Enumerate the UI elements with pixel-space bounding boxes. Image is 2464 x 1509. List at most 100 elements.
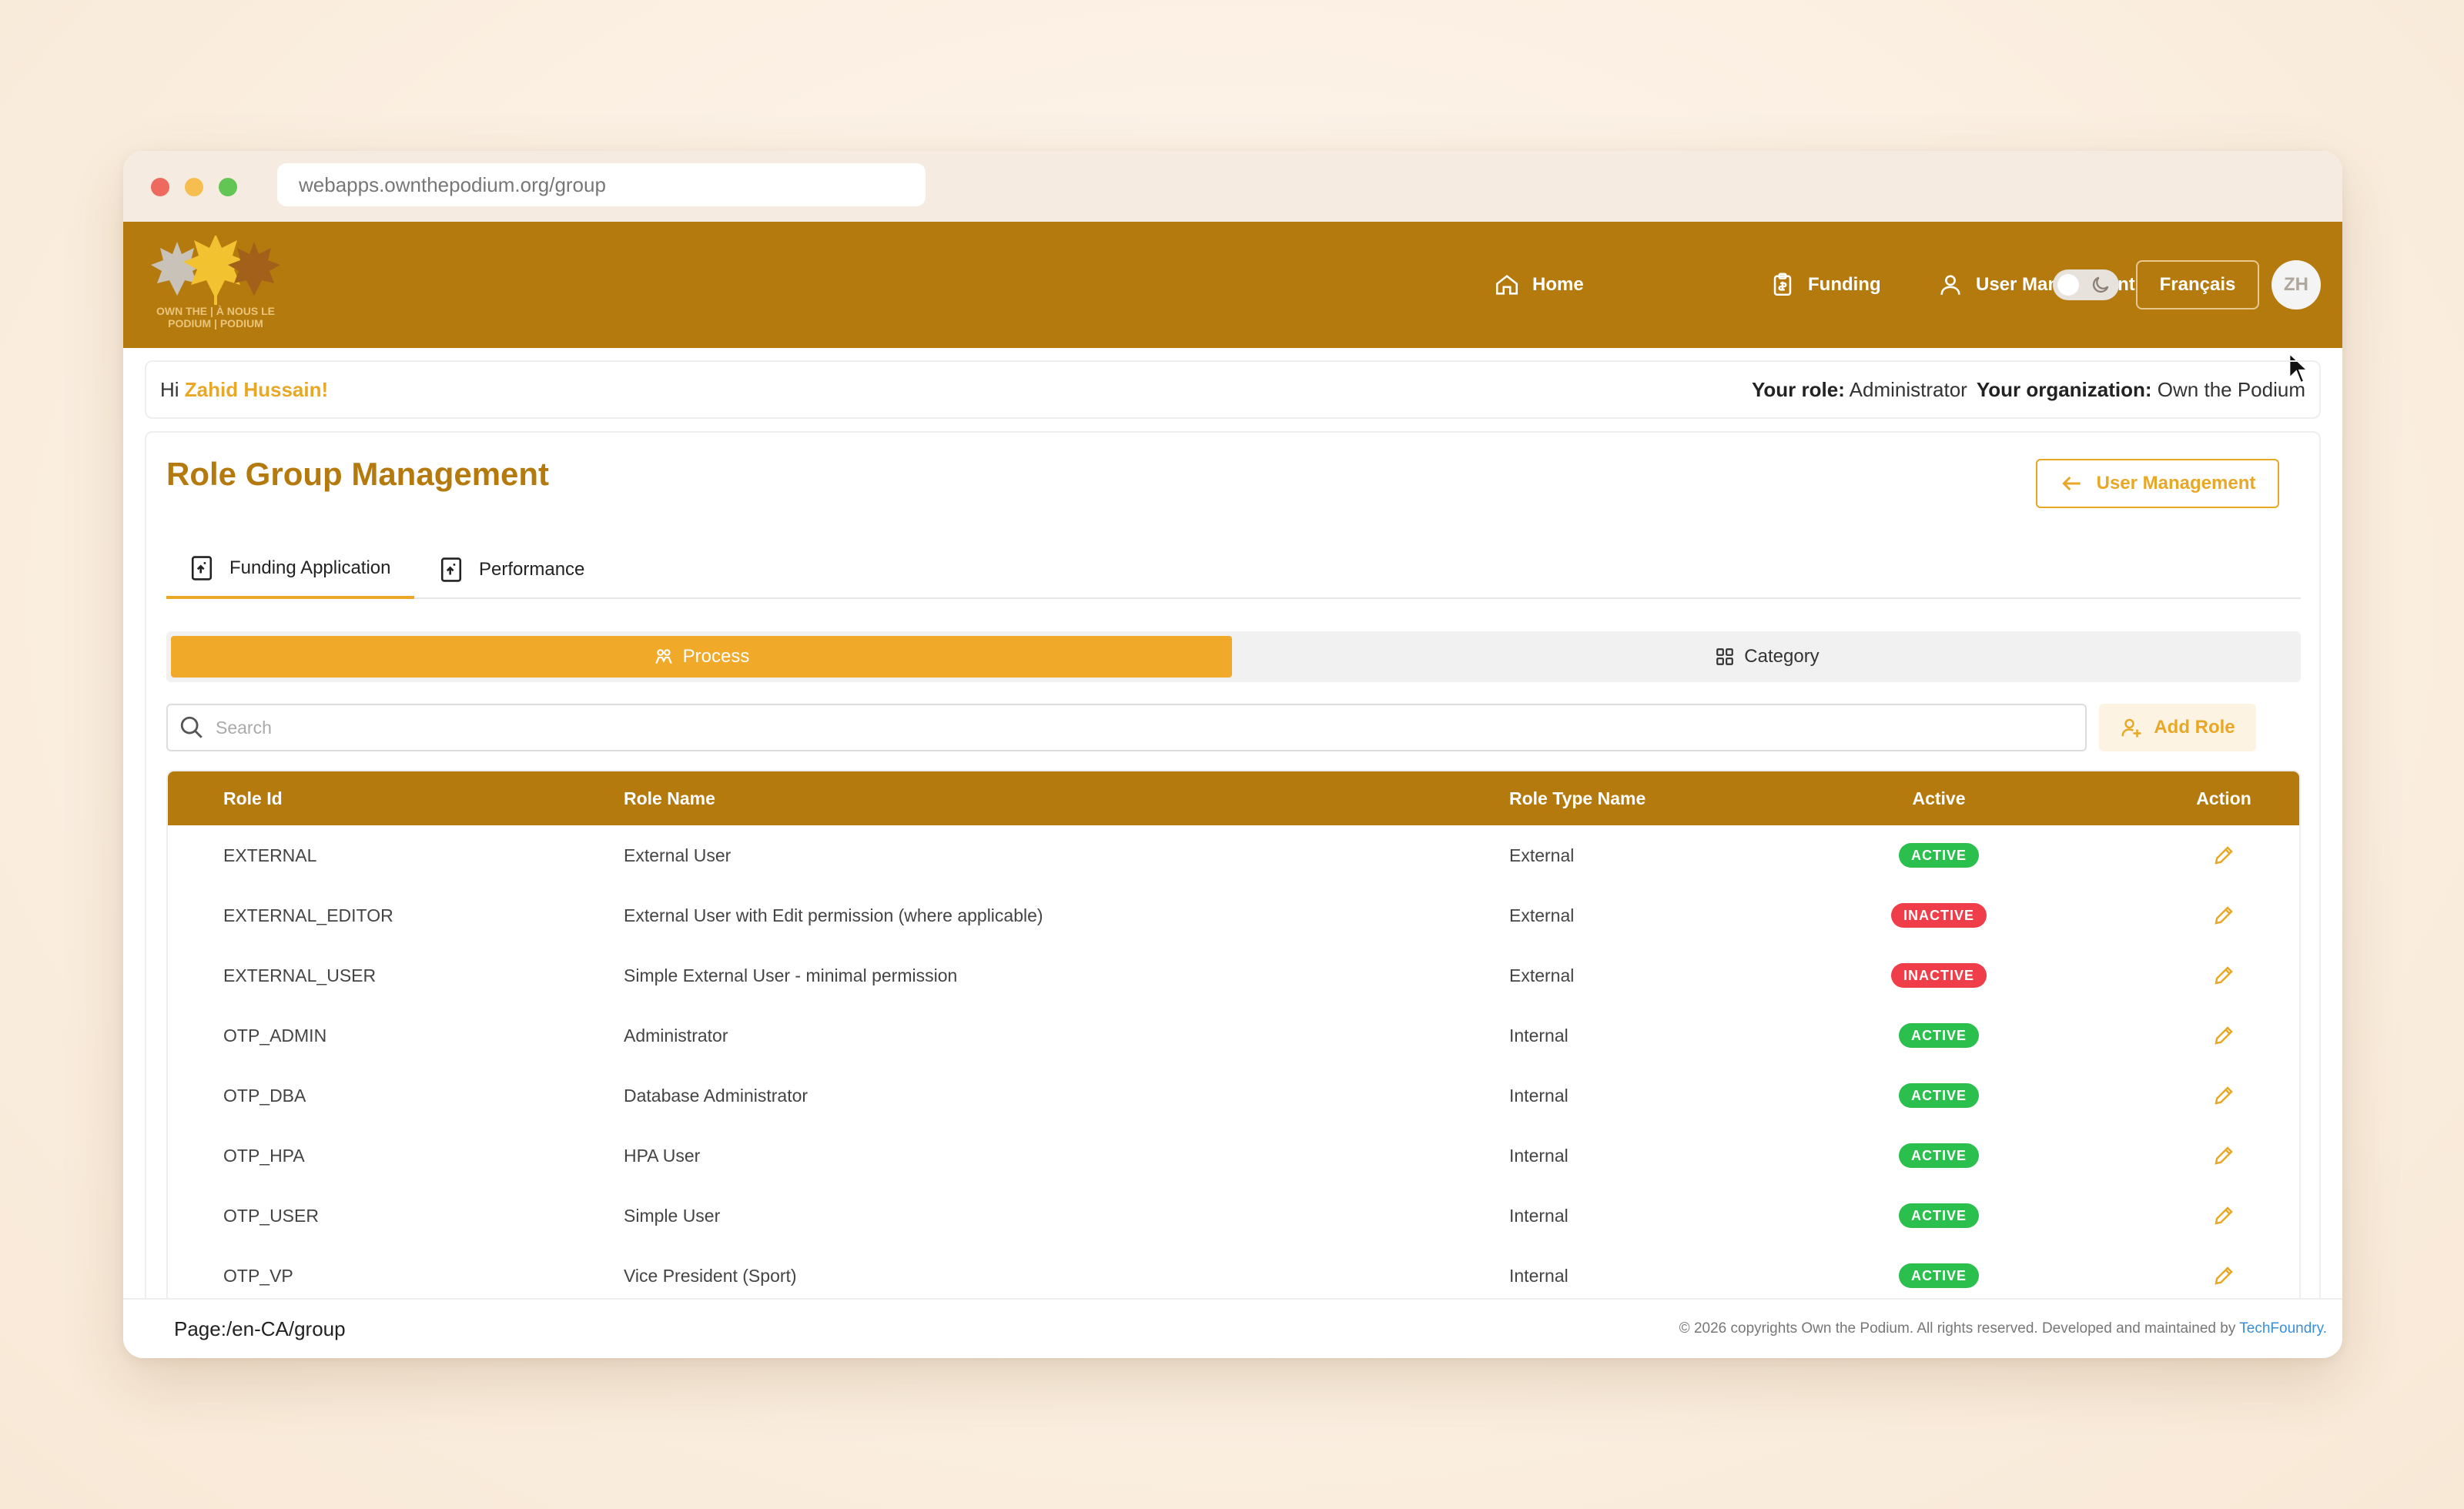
back-button-label: User Management	[2096, 473, 2256, 494]
cell-role-id: OTP_DBA	[223, 1085, 306, 1106]
home-icon	[1495, 275, 1518, 295]
greeting-prefix: Hi	[160, 377, 185, 401]
close-window-button[interactable]	[151, 178, 169, 196]
cell-role-name: Simple External User - minimal permissio…	[624, 965, 958, 985]
minimize-window-button[interactable]	[185, 178, 203, 196]
back-to-user-management-button[interactable]: User Management	[2036, 459, 2279, 508]
nav-funding-label: Funding	[1808, 274, 1881, 295]
page-title: Role Group Management	[166, 456, 550, 492]
column-role-type-name[interactable]: Role Type Name	[1509, 771, 1645, 825]
cell-active: ACTIVE	[1823, 1066, 2054, 1126]
table-row: OTP_USER Simple User Internal ACTIVE	[168, 1186, 2299, 1246]
document-icon	[440, 557, 462, 582]
cell-role-name: External User with Edit permission (wher…	[624, 905, 1043, 925]
segment-control: Process Category	[166, 631, 2301, 682]
cell-action	[2147, 1246, 2299, 1306]
nav-funding[interactable]: Funding	[1769, 222, 1881, 348]
segment-process-label: Process	[682, 646, 750, 667]
cell-role-type: External	[1509, 845, 1575, 865]
cell-role-id: EXTERNAL_EDITOR	[223, 905, 393, 925]
cell-action	[2147, 1126, 2299, 1186]
developer-link[interactable]: TechFoundry.	[2239, 1320, 2327, 1337]
status-badge: INACTIVE	[1890, 963, 1987, 988]
cell-active: INACTIVE	[1823, 885, 2054, 945]
segment-category[interactable]: Category	[1237, 636, 2298, 678]
table-row: OTP_DBA Database Administrator Internal ACT…	[168, 1066, 2299, 1126]
table-row: OTP_HPA HPA User Internal ACTIVE	[168, 1126, 2299, 1186]
cell-role-id: EXTERNAL_USER	[223, 965, 377, 985]
column-role-id[interactable]: Role Id	[223, 771, 283, 825]
tab-funding-application[interactable]: Funding Application	[166, 540, 414, 599]
edit-pencil-icon[interactable]	[2212, 1204, 2235, 1227]
roles-table: Role Id Role Name Role Type Name Active …	[166, 770, 2301, 1358]
status-badge: ACTIVE	[1898, 1143, 1979, 1168]
role-value: Administrator	[1849, 377, 1967, 401]
cell-role-name: External User	[624, 845, 732, 865]
language-button[interactable]: Français	[2136, 260, 2259, 309]
segment-category-label: Category	[1744, 646, 1820, 667]
edit-pencil-icon[interactable]	[2212, 1084, 2235, 1107]
status-badge: ACTIVE	[1898, 1263, 1979, 1288]
browser-titlebar: webapps.ownthepodium.org/group	[123, 151, 2342, 222]
cell-active: ACTIVE	[1823, 1126, 2054, 1186]
segment-process[interactable]: Process	[171, 636, 1232, 678]
greeting: Hi Zahid Hussain!	[160, 378, 328, 402]
search-input[interactable]	[216, 717, 2064, 738]
tab-performance[interactable]: Performance	[439, 540, 608, 599]
column-role-name[interactable]: Role Name	[624, 771, 715, 825]
avatar[interactable]: ZH	[2272, 260, 2321, 309]
greeting-bar: Hi Zahid Hussain! Your role: Administrat…	[145, 360, 2321, 419]
nav-home-label: Home	[1532, 274, 1584, 295]
maximize-window-button[interactable]	[219, 178, 237, 196]
add-user-icon	[2121, 718, 2141, 738]
table-row: EXTERNAL External User External ACTIVE	[168, 825, 2299, 885]
cell-role-id: OTP_VP	[223, 1265, 293, 1286]
cell-action	[2147, 1186, 2299, 1246]
edit-pencil-icon[interactable]	[2212, 904, 2235, 927]
toggle-knob	[2057, 274, 2079, 296]
edit-pencil-icon[interactable]	[2212, 1024, 2235, 1047]
edit-pencil-icon[interactable]	[2212, 1264, 2235, 1287]
table-row: OTP_VP Vice President (Sport) Internal ACTI…	[168, 1246, 2299, 1306]
status-badge: ACTIVE	[1898, 1083, 1979, 1108]
add-role-label: Add Role	[2154, 717, 2235, 738]
grid-icon	[1716, 648, 1734, 665]
arrow-left-icon	[2061, 476, 2081, 491]
cell-action	[2147, 885, 2299, 945]
page-path: Page:/en-CA/group	[174, 1317, 346, 1340]
greeting-user-name: Zahid Hussain!	[184, 377, 329, 401]
cell-role-name: Vice President (Sport)	[624, 1265, 797, 1286]
cell-role-id: OTP_HPA	[223, 1145, 305, 1166]
organization-label: Your organization:	[1976, 377, 2152, 401]
cell-active: ACTIVE	[1823, 1005, 2054, 1066]
organization-value: Own the Podium	[2157, 377, 2305, 401]
edit-pencil-icon[interactable]	[2212, 844, 2235, 867]
search-box	[166, 704, 2087, 751]
table-row: EXTERNAL_USER Simple External User - mini…	[168, 945, 2299, 1005]
search-icon	[180, 716, 203, 738]
cell-role-name: Administrator	[624, 1025, 728, 1046]
edit-pencil-icon[interactable]	[2212, 964, 2235, 987]
cell-role-name: HPA User	[624, 1145, 701, 1166]
status-badge: ACTIVE	[1898, 1203, 1979, 1228]
logo-text: OWN THE | À NOUS LE PODIUM | PODIUM	[146, 305, 285, 330]
tab-performance-label: Performance	[479, 559, 585, 580]
address-bar[interactable]: webapps.ownthepodium.org/group	[277, 163, 926, 206]
cell-role-type: Internal	[1509, 1265, 1568, 1286]
table-row: OTP_ADMIN Administrator Internal ACTIVE	[168, 1005, 2299, 1066]
logo-line-2: PODIUM | PODIUM	[168, 317, 263, 330]
nav-home[interactable]: Home	[1494, 222, 1584, 348]
cell-active: ACTIVE	[1823, 1246, 2054, 1306]
cell-role-id: EXTERNAL	[223, 845, 317, 865]
tab-bar: Funding Application Performance	[166, 540, 2301, 599]
add-role-button[interactable]: Add Role	[2099, 704, 2256, 751]
column-active[interactable]: Active	[1823, 771, 2054, 825]
status-badge: ACTIVE	[1898, 1023, 1979, 1048]
column-action: Action	[2196, 788, 2251, 808]
cell-active: ACTIVE	[1823, 825, 2054, 885]
cell-active: INACTIVE	[1823, 945, 2054, 1005]
edit-pencil-icon[interactable]	[2212, 1144, 2235, 1167]
logo[interactable]: OWN THE | À NOUS LE PODIUM | PODIUM	[146, 234, 285, 334]
moon-icon	[2092, 276, 2109, 293]
theme-toggle[interactable]	[2053, 269, 2119, 300]
